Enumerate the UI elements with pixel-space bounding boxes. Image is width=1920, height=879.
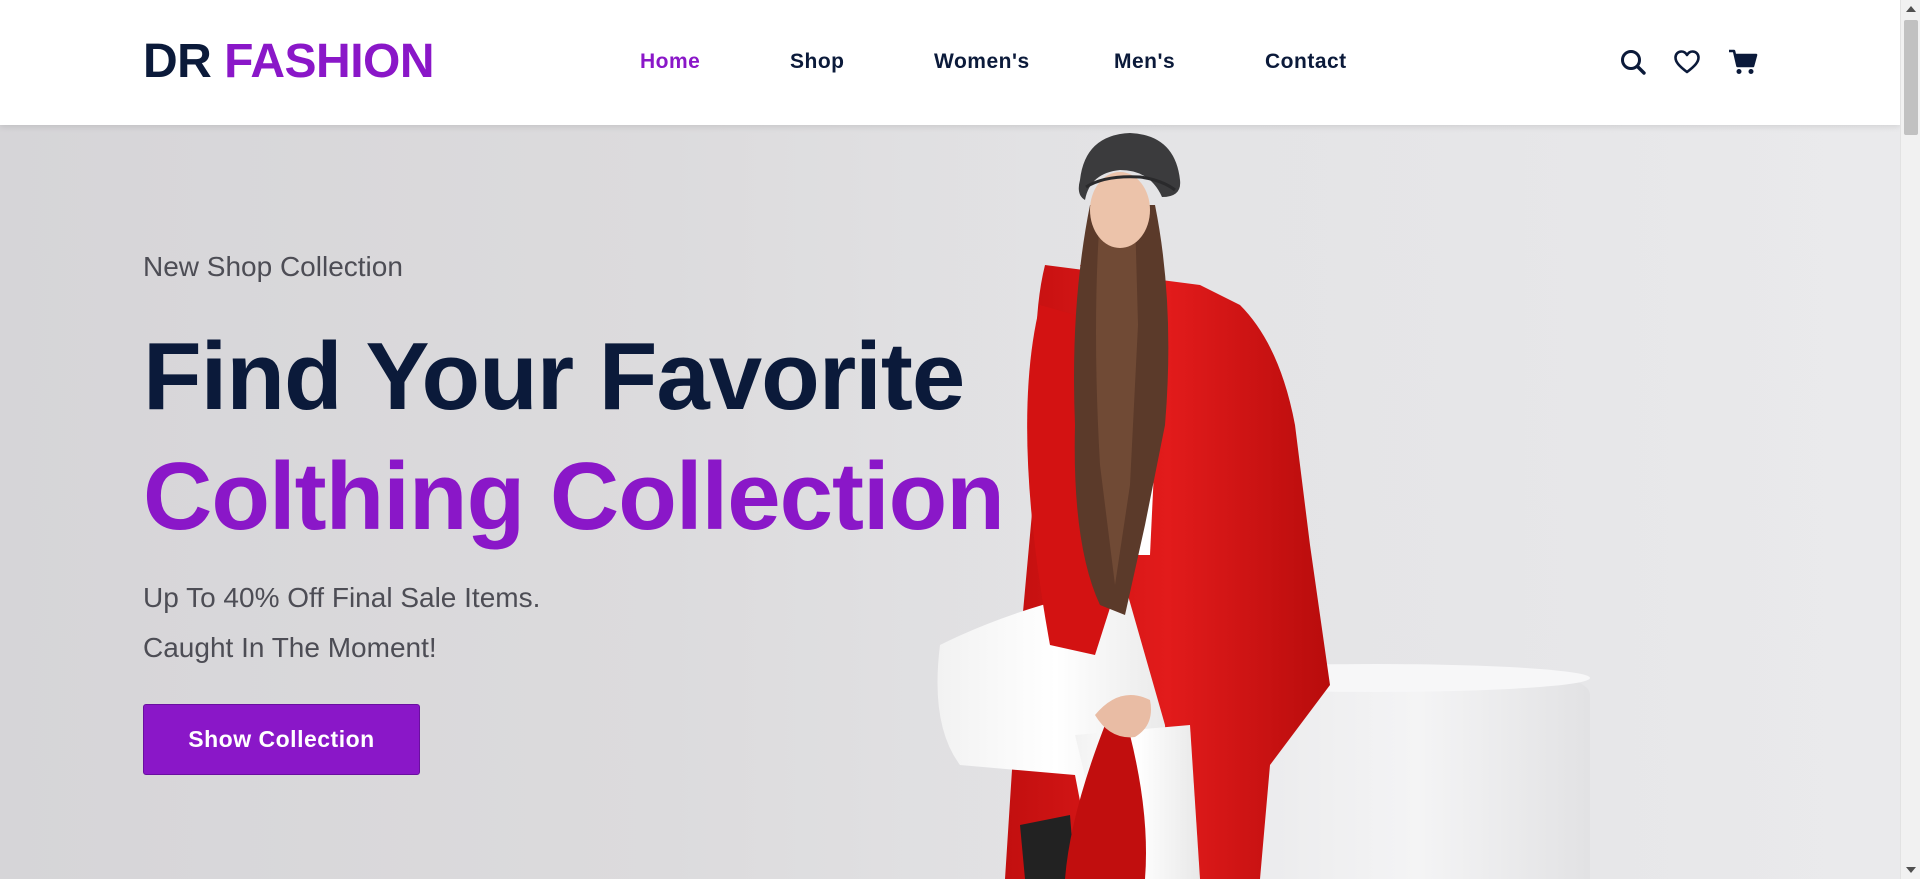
hero-headline-line1: Find Your Favorite bbox=[143, 323, 965, 430]
brand-logo-part2: FASHION bbox=[224, 35, 435, 88]
nav-contact[interactable]: Contact bbox=[1265, 47, 1347, 77]
brand-logo[interactable]: DR FASHION bbox=[143, 32, 435, 92]
scroll-down-arrow-icon[interactable] bbox=[1901, 861, 1920, 879]
cart-icon[interactable] bbox=[1725, 44, 1761, 80]
hero-subtext-line2: Caught In The Moment! bbox=[143, 632, 437, 663]
nav-home[interactable]: Home bbox=[640, 47, 700, 77]
nav-womens[interactable]: Women's bbox=[934, 47, 1030, 77]
hero-eyebrow: New Shop Collection bbox=[143, 251, 403, 282]
heart-icon[interactable] bbox=[1669, 44, 1705, 80]
hero-section: New Shop Collection Find Your Favorite C… bbox=[0, 125, 1900, 879]
hero-subtext: Up To 40% Off Final Sale Items. Caught I… bbox=[143, 573, 540, 673]
hero-subtext-line1: Up To 40% Off Final Sale Items. bbox=[143, 582, 541, 613]
brand-logo-part1: DR bbox=[143, 35, 212, 88]
scroll-up-arrow-icon[interactable] bbox=[1901, 0, 1920, 18]
nav-shop[interactable]: Shop bbox=[790, 47, 845, 77]
page-viewport: DR FASHION Home Shop Women's Men's Conta… bbox=[0, 0, 1900, 879]
scrollbar-thumb[interactable] bbox=[1904, 20, 1918, 135]
site-header: DR FASHION Home Shop Women's Men's Conta… bbox=[0, 0, 1900, 125]
hero-headline-line2: Colthing Collection bbox=[143, 443, 1005, 550]
search-icon[interactable] bbox=[1615, 44, 1651, 80]
vertical-scrollbar[interactable] bbox=[1900, 0, 1920, 879]
hero-headline: Find Your Favorite Colthing Collection bbox=[143, 317, 1005, 557]
nav-mens[interactable]: Men's bbox=[1114, 47, 1175, 77]
hero-model-image bbox=[900, 125, 1900, 879]
show-collection-button[interactable]: Show Collection bbox=[143, 704, 420, 775]
